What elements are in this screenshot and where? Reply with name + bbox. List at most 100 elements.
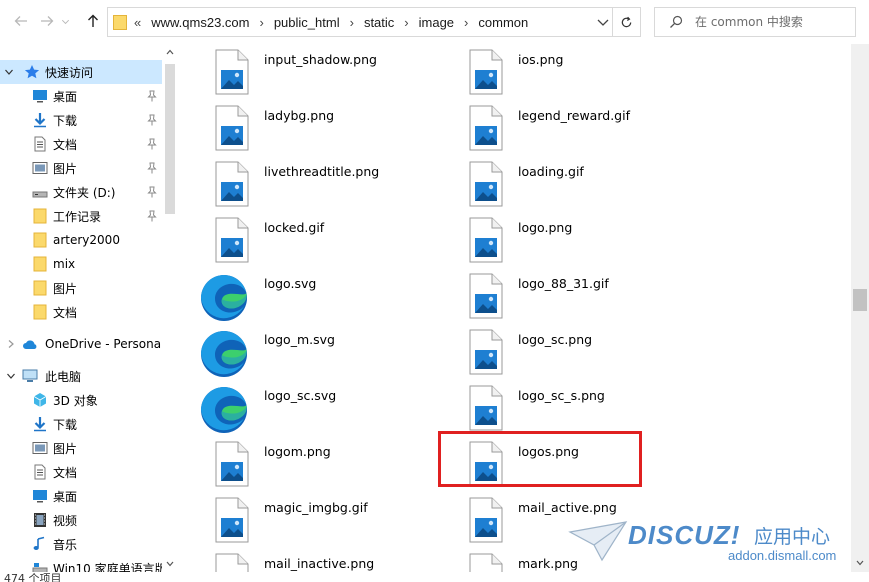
file-item[interactable]: magic_imgbg.gif [208,492,428,544]
breadcrumb-chevron-icon[interactable]: › [259,15,263,30]
file-item[interactable]: mail_inactive.png [208,548,428,572]
drive-icon [32,191,48,198]
breadcrumb-chevron-icon[interactable]: › [404,15,408,30]
chevron-down-icon[interactable] [4,67,14,77]
breadcrumb-chevron-icon[interactable]: › [350,15,354,30]
file-item[interactable]: ios.png [462,44,682,96]
sidebar-item-pictures-folder[interactable]: 图片 [0,276,162,300]
sidebar-item-label: mix [53,257,76,271]
folder-icon [33,280,47,296]
sidebar-item-music[interactable]: 音乐 [0,532,162,556]
sidebar-item-pc-pictures[interactable]: 图片 [0,436,162,460]
file-item[interactable]: logo_sc.svg [201,380,428,433]
breadcrumb-item[interactable]: image [419,15,454,30]
sidebar-item-drive-d[interactable]: 文件夹 (D:) [0,180,162,204]
file-name: magic_imgbg.gif [264,500,368,515]
sidebar-item-pc-documents[interactable]: 文档 [0,460,162,484]
video-icon [34,513,46,527]
file-item[interactable]: legend_reward.gif [462,100,682,152]
sidebar-item-3d-objects[interactable]: 3D 对象 [0,388,162,412]
sidebar-item-documents-folder[interactable]: 文档 [0,300,162,324]
folder-icon [33,304,47,320]
pin-icon[interactable] [146,90,158,102]
image-file-icon [215,49,249,95]
recent-locations-button[interactable] [58,10,72,32]
forward-button[interactable] [36,10,58,32]
breadcrumb-chevron-icon[interactable]: › [464,15,468,30]
download-icon [34,113,46,128]
file-item[interactable]: loading.gif [462,156,682,208]
file-item[interactable]: logo_sc_s.png [462,380,682,432]
file-item[interactable]: logom.png [208,436,428,488]
status-bar: 474 个项目 [0,572,869,582]
file-item[interactable]: ladybg.png [208,100,428,152]
breadcrumb-item[interactable]: common [478,15,528,30]
pin-icon[interactable] [146,186,158,198]
file-name: logo_sc.svg [264,388,337,403]
chevron-down-icon[interactable] [6,371,16,381]
file-name: loading.gif [518,164,584,179]
document-icon [34,136,46,152]
sidebar-item-videos[interactable]: 视频 [0,508,162,532]
sidebar-item-this-pc[interactable]: 此电脑 [0,364,162,388]
file-item[interactable]: logo_m.svg [201,324,428,377]
file-item[interactable]: input_shadow.png [208,44,428,96]
pin-icon[interactable] [146,114,158,126]
file-item[interactable]: logo_88_31.gif [462,268,682,320]
address-bar[interactable]: « www.qms23.com › public_html › static ›… [107,7,641,37]
sidebar-item-pictures[interactable]: 图片 [0,156,162,180]
search-box[interactable] [654,7,856,37]
up-button[interactable] [82,10,104,32]
scroll-down-icon[interactable] [855,558,865,568]
sidebar-item-work-log[interactable]: 工作记录 [0,204,162,228]
sidebar-item-documents[interactable]: 文档 [0,132,162,156]
navigation-pane-scrollbar[interactable] [162,44,178,572]
arrow-left-icon [14,16,27,26]
back-button[interactable] [10,10,32,32]
pin-icon[interactable] [146,162,158,174]
sidebar-item-mix[interactable]: mix [0,252,162,276]
picture-icon [32,442,48,454]
file-list-scrollbar[interactable] [851,44,869,572]
file-item[interactable]: logo.svg [201,268,428,321]
folder-icon [33,208,47,224]
sidebar-item-label: 桌面 [53,89,78,104]
paper-plane-icon [568,521,628,562]
file-item[interactable]: livethreadtitle.png [208,156,428,208]
sidebar-item-pc-desktop[interactable]: 桌面 [0,484,162,508]
file-item[interactable]: logo.png [462,212,682,264]
pin-icon[interactable] [146,138,158,150]
sidebar-item-label: 文件夹 (D:) [53,185,116,200]
watermark-title: 应用中心 [754,526,831,548]
scroll-up-icon[interactable] [165,47,175,57]
image-file-icon [469,385,503,431]
breadcrumb-overflow[interactable]: « [134,15,141,30]
file-item[interactable]: locked.gif [208,212,428,264]
scrollbar-thumb[interactable] [853,289,867,311]
file-name: logo_88_31.gif [518,276,609,291]
file-list: input_shadow.png ladybg.png livethreadtitl… [178,44,851,572]
sidebar-item-onedrive[interactable]: OneDrive - Personal [0,332,164,356]
sidebar-item-artery2000[interactable]: artery2000 [0,228,162,252]
highlight-annotation [438,431,642,487]
scroll-down-icon[interactable] [165,559,175,569]
chevron-down-icon[interactable] [596,15,610,29]
desktop-icon [33,90,47,103]
image-file-icon [469,217,503,263]
edge-icon [201,331,247,377]
refresh-button[interactable] [612,8,640,36]
sidebar-item-pc-downloads[interactable]: 下载 [0,412,162,436]
search-input[interactable] [695,12,850,32]
sidebar-item-desktop[interactable]: 桌面 [0,84,162,108]
image-file-icon [469,161,503,207]
breadcrumb-item[interactable]: static [364,15,394,30]
sidebar-item-downloads[interactable]: 下载 [0,108,162,132]
pin-icon[interactable] [146,210,158,222]
chevron-right-icon[interactable] [6,339,16,349]
scrollbar-thumb[interactable] [165,64,175,214]
sidebar-item-quick-access[interactable]: 快速访问 [0,60,162,84]
file-item[interactable]: logo_sc.png [462,324,682,376]
breadcrumb-item[interactable]: public_html [274,15,340,30]
breadcrumb-item[interactable]: www.qms23.com [151,15,249,30]
sidebar-item-label: 工作记录 [53,209,102,224]
